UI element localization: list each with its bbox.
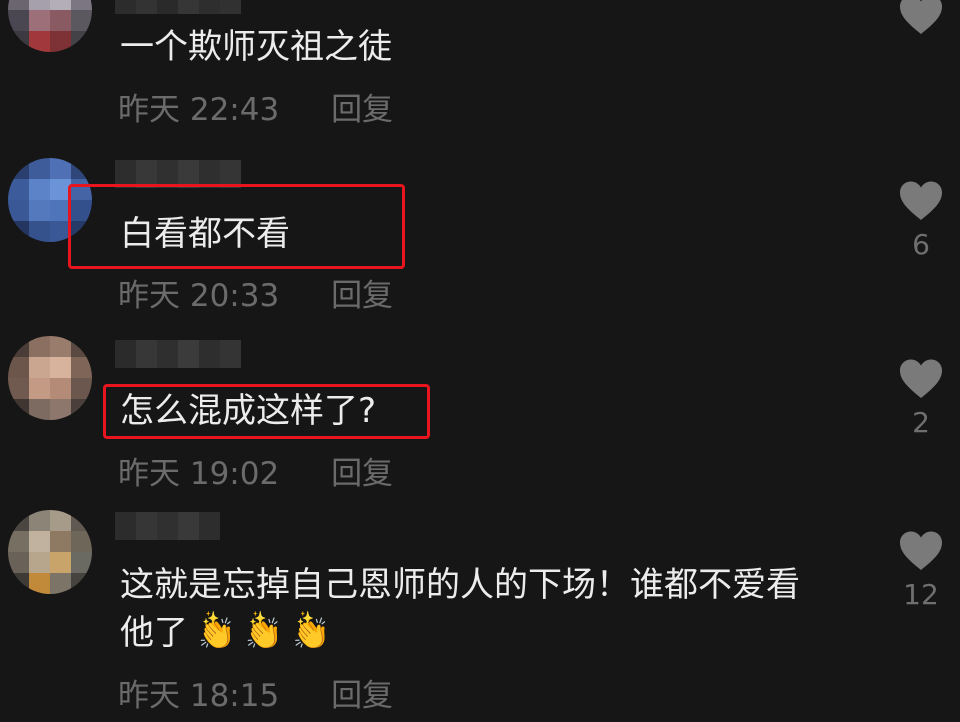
clapping-hands-emoji: 👏: [245, 594, 282, 660]
avatar[interactable]: [8, 510, 92, 594]
like-button[interactable]: [892, 0, 950, 36]
comment-text: 一个欺师灭祖之徒: [120, 27, 392, 67]
like-button[interactable]: 2: [892, 358, 950, 439]
comment-meta: 昨天 22:43 回复: [118, 84, 393, 129]
reply-button[interactable]: 回复: [331, 456, 393, 492]
reply-button[interactable]: 回复: [331, 278, 393, 314]
comment-text: 白看都不看: [120, 214, 290, 254]
like-count: 2: [912, 406, 930, 439]
like-count: 12: [903, 578, 939, 611]
like-count: 6: [912, 228, 930, 261]
clapping-hands-emoji: 👏: [293, 594, 330, 660]
reply-button[interactable]: 回复: [331, 92, 393, 128]
comment-time: 昨天 20:33: [118, 278, 280, 314]
comment-time: 昨天 19:02: [118, 456, 280, 492]
comment-text-line2: 他了: [120, 613, 188, 653]
comment-time: 昨天 22:43: [118, 92, 280, 128]
comment-text-line1: 这就是忘掉自己恩师的人的下场！谁都不爱看: [120, 565, 800, 605]
comment-time: 昨天 18:15: [118, 678, 280, 714]
heart-icon: [900, 359, 942, 398]
heart-icon: [900, 0, 942, 34]
comment-meta: 昨天 19:02 回复: [118, 448, 393, 493]
heart-icon: [900, 531, 942, 570]
like-button[interactable]: 12: [892, 530, 950, 611]
clapping-hands-emoji: 👏: [198, 594, 235, 660]
comment-text-continued: 他了👏👏👏: [120, 594, 330, 660]
comment-meta: 昨天 18:15 回复: [118, 670, 393, 715]
avatar[interactable]: [8, 0, 92, 52]
heart-icon: [900, 181, 942, 220]
avatar[interactable]: [8, 336, 92, 420]
comment-meta: 昨天 20:33 回复: [118, 270, 393, 315]
comment-text: 怎么混成这样了?: [120, 391, 377, 431]
like-button[interactable]: 6: [892, 180, 950, 261]
comment-text: 这就是忘掉自己恩师的人的下场！谁都不爱看: [120, 560, 800, 610]
username-blurred[interactable]: [115, 0, 241, 14]
username-blurred[interactable]: [115, 512, 220, 540]
username-blurred[interactable]: [115, 340, 241, 368]
reply-button[interactable]: 回复: [331, 678, 393, 714]
